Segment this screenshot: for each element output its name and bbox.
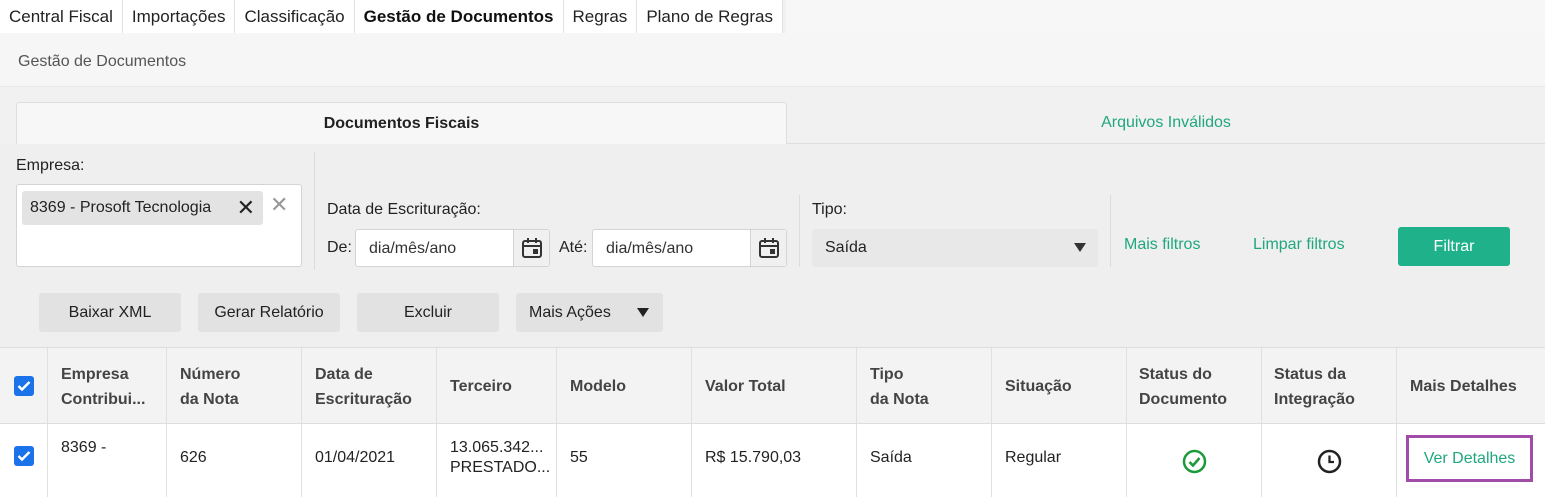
- limpar-filtros-link[interactable]: Limpar filtros: [1253, 236, 1345, 254]
- breadcrumb-bar: Gestão de Documentos: [0, 33, 1545, 87]
- mais-acoes-label: Mais Ações: [529, 304, 611, 321]
- table-header: Empresa Contribui... Número da Nota Data d…: [0, 347, 1545, 424]
- clear-selection-icon[interactable]: ✕: [270, 191, 288, 219]
- row-checkbox[interactable]: [14, 446, 34, 466]
- cell-empresa: 8369 -: [61, 439, 107, 456]
- header-numero[interactable]: Número da Nota: [180, 362, 240, 412]
- column-divider: [856, 348, 857, 423]
- cell-data: 01/04/2021: [315, 449, 396, 466]
- calendar-icon[interactable]: [750, 230, 786, 266]
- tab-gestao-documentos[interactable]: Gestão de Documentos: [355, 0, 564, 33]
- baixar-xml-button[interactable]: Baixar XML: [39, 293, 181, 332]
- column-divider: [991, 424, 992, 497]
- empresa-label: Empresa:: [16, 157, 85, 174]
- column-divider: [691, 348, 692, 423]
- column-divider: [166, 424, 167, 497]
- empresa-chip-label: 8369 - Prosoft Tecnologia: [30, 199, 212, 216]
- column-divider: [556, 424, 557, 497]
- ate-label: Até:: [559, 239, 588, 256]
- header-mais-detalhes: Mais Detalhes: [1410, 378, 1517, 395]
- date-to-placeholder: dia/mês/ano: [606, 240, 694, 257]
- empresa-chip: 8369 - Prosoft Tecnologia ✕: [22, 191, 263, 225]
- breadcrumb: Gestão de Documentos: [18, 53, 187, 70]
- tipo-select[interactable]: Saída: [812, 229, 1098, 267]
- date-from-placeholder: dia/mês/ano: [369, 240, 457, 257]
- column-divider: [556, 348, 557, 423]
- chevron-down-icon: [637, 308, 649, 317]
- divider: [799, 195, 800, 267]
- cell-numero: 626: [180, 449, 207, 466]
- header-modelo[interactable]: Modelo: [570, 374, 626, 399]
- column-divider: [47, 424, 48, 497]
- top-navigation: Central Fiscal Importações Classificação…: [0, 0, 783, 33]
- header-status-integracao[interactable]: Status da Integração: [1274, 362, 1355, 412]
- table-row[interactable]: 8369 - 626 01/04/2021 13.065.342... PREST…: [0, 424, 1545, 497]
- filtrar-button[interactable]: Filtrar: [1398, 227, 1510, 266]
- select-all-checkbox[interactable]: [14, 376, 34, 396]
- date-to-input[interactable]: dia/mês/ano: [592, 229, 787, 267]
- mais-acoes-dropdown[interactable]: Mais Ações: [516, 293, 663, 332]
- tab-classificacao[interactable]: Classificação: [235, 0, 355, 33]
- header-data[interactable]: Data de Escrituração: [315, 362, 412, 412]
- chevron-down-icon: [1074, 243, 1086, 252]
- cell-modelo: 55: [570, 449, 588, 466]
- column-divider: [1396, 348, 1397, 423]
- column-divider: [1396, 424, 1397, 497]
- tab-documentos-fiscais[interactable]: Documentos Fiscais: [16, 102, 787, 144]
- cell-tipo: Saída: [870, 449, 912, 466]
- empresa-multiselect[interactable]: 8369 - Prosoft Tecnologia ✕ ✕: [16, 184, 302, 267]
- divider: [314, 152, 315, 270]
- column-divider: [1126, 424, 1127, 497]
- column-divider: [856, 424, 857, 497]
- header-tipo[interactable]: Tipo da Nota: [870, 362, 929, 412]
- cell-situacao: Regular: [1005, 449, 1062, 466]
- ver-detalhes-button[interactable]: Ver Detalhes: [1406, 435, 1533, 482]
- column-divider: [47, 348, 48, 423]
- tipo-label: Tipo:: [812, 201, 847, 218]
- clock-icon: [1317, 449, 1342, 479]
- header-valor[interactable]: Valor Total: [705, 374, 786, 399]
- remove-chip-icon[interactable]: ✕: [237, 191, 255, 225]
- column-divider: [691, 424, 692, 497]
- date-from-input[interactable]: dia/mês/ano: [355, 229, 550, 267]
- check-circle-icon: [1182, 449, 1207, 479]
- divider: [1110, 195, 1111, 267]
- tab-arquivos-invalidos[interactable]: Arquivos Inválidos: [787, 102, 1545, 144]
- data-escrituracao-label: Data de Escrituração:: [327, 201, 481, 218]
- column-divider: [1261, 348, 1262, 423]
- header-terceiro[interactable]: Terceiro: [450, 374, 512, 399]
- column-divider: [1126, 348, 1127, 423]
- gerar-relatorio-button[interactable]: Gerar Relatório: [198, 293, 340, 332]
- header-empresa[interactable]: Empresa Contribui...: [61, 362, 145, 412]
- calendar-icon[interactable]: [513, 230, 549, 266]
- column-divider: [436, 424, 437, 497]
- mais-filtros-link[interactable]: Mais filtros: [1124, 236, 1200, 254]
- column-divider: [1261, 424, 1262, 497]
- column-divider: [166, 348, 167, 423]
- cell-valor: R$ 15.790,03: [705, 449, 802, 466]
- excluir-button[interactable]: Excluir: [357, 293, 499, 332]
- de-label: De:: [327, 239, 352, 256]
- column-divider: [991, 348, 992, 423]
- tab-central-fiscal[interactable]: Central Fiscal: [0, 0, 123, 33]
- column-divider: [436, 348, 437, 423]
- cell-terceiro: 13.065.342... PRESTADO...: [450, 439, 551, 476]
- tipo-select-value: Saída: [825, 239, 867, 256]
- tab-plano-regras[interactable]: Plano de Regras: [637, 0, 783, 33]
- header-situacao[interactable]: Situação: [1005, 374, 1072, 399]
- nav-filler: [786, 0, 1545, 33]
- column-divider: [301, 424, 302, 497]
- tab-importacoes[interactable]: Importações: [123, 0, 236, 33]
- tab-regras[interactable]: Regras: [564, 0, 638, 33]
- column-divider: [301, 348, 302, 423]
- header-status-documento[interactable]: Status do Documento: [1139, 362, 1227, 412]
